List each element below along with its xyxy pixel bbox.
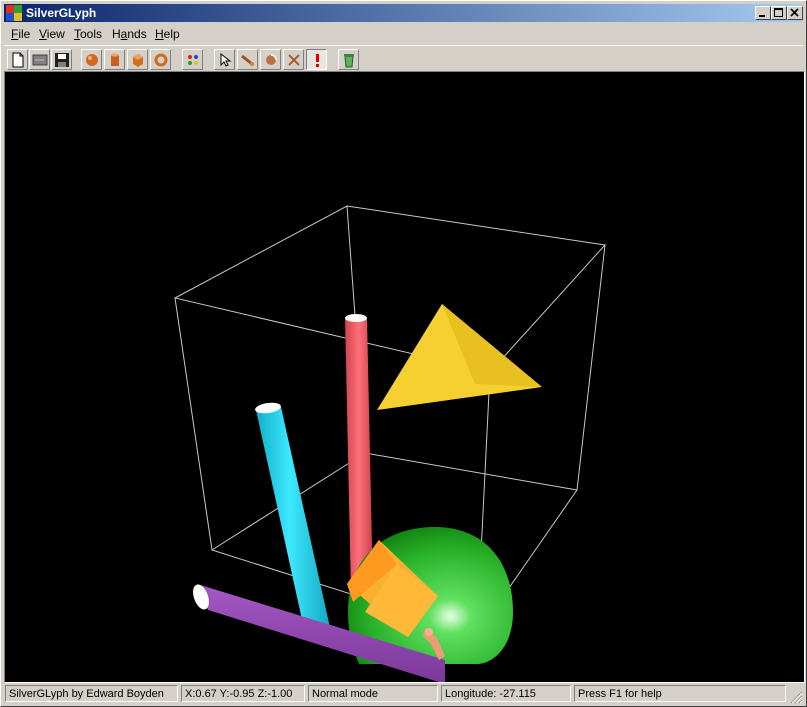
menu-tools[interactable]: Tools [74, 27, 102, 41]
add-cylinder-button[interactable] [104, 49, 125, 70]
color-button[interactable] [182, 49, 203, 70]
new-button[interactable] [7, 49, 28, 70]
add-cube-button[interactable] [127, 49, 148, 70]
status-mode: Normal mode [308, 685, 438, 702]
status-coordinates: X:0.67 Y:-0.95 Z:-1.00 [181, 685, 305, 702]
status-bar: SilverGLyph by Edward Boyden X:0.67 Y:-0… [4, 684, 803, 704]
close-button[interactable] [787, 6, 803, 20]
menu-view[interactable]: View [39, 27, 65, 41]
app-logo-icon [6, 5, 22, 21]
close-icon [790, 8, 799, 17]
window-title: SilverGLyph [26, 6, 97, 20]
cyan-cylinder[interactable] [254, 401, 331, 638]
scale-icon [288, 54, 300, 66]
new-document-icon [12, 52, 24, 68]
alert-icon [316, 54, 319, 67]
rotate-icon [266, 54, 277, 65]
cylinder-icon [111, 53, 119, 66]
alert-button[interactable] [306, 49, 327, 70]
status-author: SilverGLyph by Edward Boyden [5, 685, 178, 702]
menu-help[interactable]: Help [155, 27, 180, 41]
resize-grip-icon[interactable] [790, 691, 803, 704]
scene-canvas[interactable] [5, 72, 804, 684]
move-icon [241, 54, 254, 66]
cube-icon [133, 54, 143, 67]
menu-bar: File View Tools Hands Help [4, 24, 803, 43]
recycle-icon [344, 54, 354, 68]
title-bar[interactable]: SilverGLyph [4, 4, 803, 22]
red-cylinder[interactable] [345, 314, 373, 592]
add-torus-button[interactable] [150, 49, 171, 70]
status-help: Press F1 for help [574, 685, 786, 702]
scale-button[interactable] [283, 49, 304, 70]
app-window: SilverGLyph File View Tools Hands Help S… [0, 0, 807, 707]
maximize-button[interactable] [771, 6, 787, 20]
open-icon [32, 54, 48, 66]
move-button[interactable] [237, 49, 258, 70]
add-sphere-button[interactable] [81, 49, 102, 70]
recycle-button[interactable] [338, 49, 359, 70]
status-longitude: Longitude: -27.115 [441, 685, 571, 702]
minimize-icon [759, 15, 765, 17]
toolbar [4, 45, 803, 72]
minimize-button[interactable] [755, 6, 771, 20]
menu-hands[interactable]: Hands [112, 27, 147, 41]
select-button[interactable] [214, 49, 235, 70]
menu-file[interactable]: File [11, 27, 30, 41]
color-palette-icon [188, 55, 198, 65]
maximize-icon [774, 8, 783, 17]
torus-icon [154, 53, 168, 67]
pointer-icon [220, 52, 232, 67]
save-button[interactable] [51, 49, 72, 70]
save-icon [55, 53, 69, 67]
open-button[interactable] [29, 49, 50, 70]
rotate-button[interactable] [260, 49, 281, 70]
3d-viewport[interactable] [4, 71, 805, 684]
sphere-icon [86, 54, 98, 66]
